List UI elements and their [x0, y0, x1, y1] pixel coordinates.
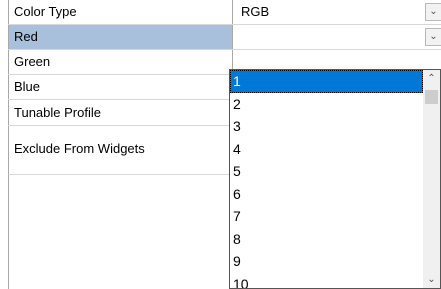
property-name: Exclude From Widgets	[8, 126, 233, 175]
property-row-color-type[interactable]: Color Type RGB ⌄	[8, 0, 441, 25]
dropdown-scrollbar[interactable]: ⌃ ⌄	[423, 70, 440, 288]
scrollbar-thumb[interactable]	[425, 90, 438, 104]
dropdown-item[interactable]: 10	[230, 273, 423, 289]
dropdown-item[interactable]: 8	[230, 228, 423, 251]
property-row-red[interactable]: Red ⌄	[8, 25, 441, 50]
dropdown-item[interactable]: 4	[230, 138, 423, 161]
property-name: Blue	[8, 75, 233, 99]
property-value[interactable]	[233, 25, 441, 49]
property-name: Red	[8, 25, 233, 49]
scroll-down-arrow-icon[interactable]: ⌄	[423, 271, 440, 288]
property-value[interactable]: RGB	[233, 0, 441, 24]
dropdown-item[interactable]: 1	[230, 70, 423, 93]
dropdown-item[interactable]: 3	[230, 115, 423, 138]
dropdown-items: 1 2 3 4 5 6 7 8 9 10	[230, 70, 423, 289]
scroll-up-arrow-icon[interactable]: ⌃	[423, 70, 440, 87]
property-grid-empty-area	[8, 175, 233, 289]
property-name: Green	[8, 50, 233, 74]
property-name: Color Type	[8, 0, 233, 24]
property-name: Tunable Profile	[8, 100, 233, 125]
dropdown-item[interactable]: 9	[230, 250, 423, 273]
chevron-down-icon[interactable]: ⌄	[425, 28, 441, 46]
chevron-down-icon[interactable]: ⌄	[425, 3, 441, 21]
dropdown-item[interactable]: 6	[230, 183, 423, 206]
dropdown-list[interactable]: 1 2 3 4 5 6 7 8 9 10 ⌃ ⌄	[229, 69, 441, 289]
dropdown-item[interactable]: 7	[230, 205, 423, 228]
dropdown-item[interactable]: 5	[230, 160, 423, 183]
dropdown-item[interactable]: 2	[230, 93, 423, 116]
